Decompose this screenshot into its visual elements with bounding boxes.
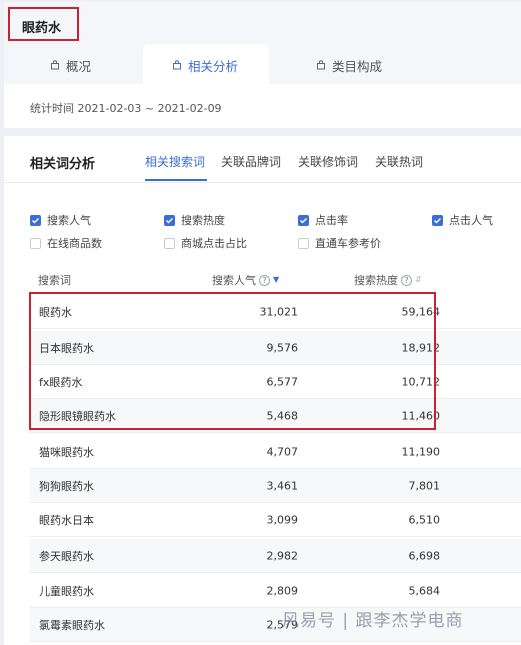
keyword-cell: 参天眼药水 (39, 549, 94, 563)
checkbox-label: 搜索热度 (181, 214, 225, 227)
tab-category[interactable]: 类目构成 (316, 52, 382, 78)
popularity-cell: 2,809 (266, 584, 299, 597)
bag-icon (173, 60, 181, 70)
top-rows-highlight-box (29, 292, 436, 430)
checkbox-unchecked-icon (298, 237, 309, 249)
checkbox-search-heat[interactable]: 搜索热度 (164, 212, 225, 228)
checkbox-checked-icon (164, 214, 175, 226)
heat-cell: 11,190 (401, 445, 441, 458)
question-icon[interactable]: ? (259, 274, 270, 286)
table-row[interactable]: 参天眼药水 2,982 6,698 (30, 539, 521, 573)
checkbox-checked-icon (298, 214, 309, 226)
tab-overview-label: 概况 (66, 58, 92, 74)
checkbox-label: 商城点击占比 (181, 237, 247, 250)
checkbox-online-items[interactable]: 在线商品数 (30, 235, 102, 251)
column-header-heat[interactable]: 搜索热度 ? ⇵ (354, 272, 422, 288)
popularity-cell: 4,707 (266, 445, 299, 458)
sort-desc-icon[interactable]: ▼ (273, 276, 279, 284)
tab-category-label: 类目构成 (332, 58, 383, 74)
subtab-brand[interactable]: 关联品牌词 (221, 153, 281, 170)
table-row[interactable]: 儿童眼药水 2,809 5,684 (30, 574, 521, 608)
bag-icon (51, 60, 59, 70)
column-header-keyword: 搜索词 (38, 274, 71, 287)
keyword-cell: 氯霉素眼药水 (39, 618, 105, 632)
sort-icon[interactable]: ⇵ (415, 276, 422, 284)
page-title: 眼药水 (22, 21, 62, 36)
divider (4, 182, 521, 183)
checkbox-mall-click-ratio[interactable]: 商城点击占比 (164, 235, 247, 251)
checkbox-unchecked-icon (30, 237, 41, 249)
subtab-hot[interactable]: 关联热词 (375, 153, 423, 170)
section-title: 相关词分析 (30, 157, 96, 172)
watermark: 风易号 | 跟李杰学电商 (282, 611, 464, 631)
heat-cell: 5,684 (408, 584, 441, 597)
stat-time: 统计时间 2021-02-03 ~ 2021-02-09 (30, 102, 222, 115)
heat-cell: 6,510 (408, 513, 441, 526)
popularity-cell: 2,982 (266, 549, 299, 562)
checkbox-checked-icon (30, 214, 41, 226)
table-row[interactable]: 猫咪眼药水 4,707 11,190 (30, 435, 521, 469)
column-header-popularity[interactable]: 搜索人气 ? ▼ (212, 272, 279, 288)
table-row[interactable]: 眼药水日本 3,099 6,510 (30, 503, 521, 537)
checkbox-ztc-price[interactable]: 直通车参考价 (298, 235, 381, 251)
subtab-modifier[interactable]: 关联修饰词 (298, 153, 358, 170)
checkbox-click-popularity[interactable]: 点击人气 (432, 212, 493, 228)
checkbox-checked-icon (432, 214, 443, 226)
subtab-underline (145, 179, 207, 181)
keyword-cell: 狗狗眼药水 (39, 479, 94, 493)
subtab-related-search[interactable]: 相关搜索词 (145, 153, 205, 170)
popularity-cell: 3,099 (266, 513, 299, 526)
checkbox-label: 直通车参考价 (315, 237, 381, 250)
checkbox-label: 搜索人气 (47, 214, 91, 227)
table-row[interactable]: 狗狗眼药水 3,461 7,801 (30, 469, 521, 503)
checkbox-ctr[interactable]: 点击率 (298, 212, 348, 228)
question-icon[interactable]: ? (401, 274, 412, 286)
keyword-cell: 猫咪眼药水 (39, 445, 94, 459)
checkbox-label: 点击人气 (449, 214, 493, 227)
keyword-cell: 眼药水日本 (39, 513, 94, 527)
heat-cell: 7,801 (408, 479, 441, 492)
tab-related-analysis-label: 相关分析 (188, 58, 239, 74)
checkbox-label: 在线商品数 (47, 237, 102, 250)
bag-icon (317, 60, 325, 70)
popularity-cell: 3,461 (266, 479, 299, 492)
checkbox-label: 点击率 (315, 214, 348, 227)
checkbox-search-popularity[interactable]: 搜索人气 (30, 212, 91, 228)
checkbox-unchecked-icon (164, 237, 175, 249)
tab-related-analysis[interactable]: 相关分析 (172, 52, 238, 78)
keyword-cell: 儿童眼药水 (39, 584, 94, 598)
tab-overview[interactable]: 概况 (50, 52, 91, 78)
heat-cell: 6,698 (408, 549, 441, 562)
